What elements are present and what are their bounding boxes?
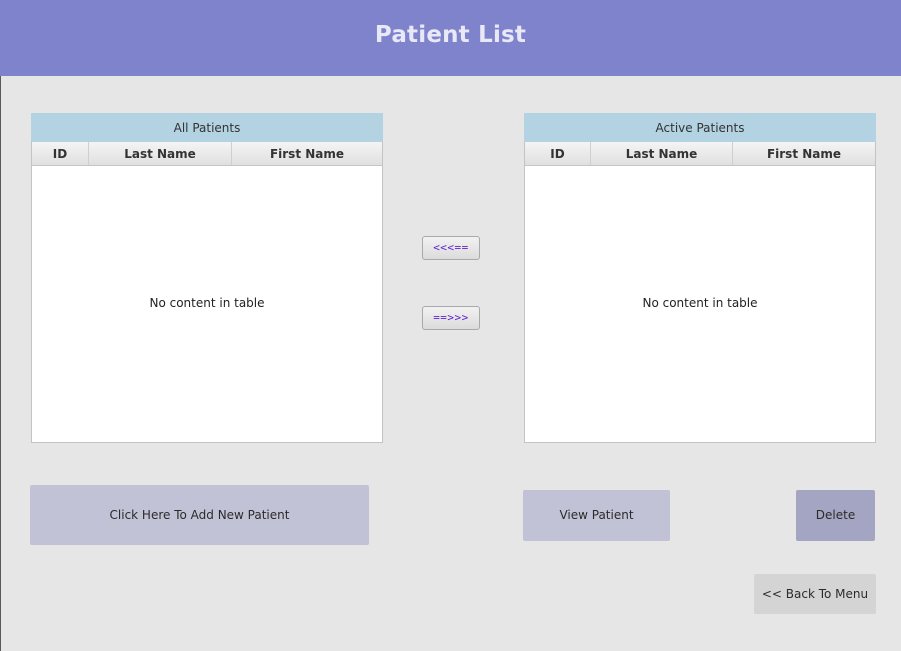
column-header-first-name[interactable]: First Name [232, 142, 382, 165]
back-to-menu-button[interactable]: << Back To Menu [754, 574, 876, 614]
move-to-all-button[interactable]: <<<== [422, 236, 480, 260]
add-new-patient-button[interactable]: Click Here To Add New Patient [30, 485, 369, 545]
header-bar: Patient List [0, 0, 901, 76]
page-title: Patient List [374, 22, 527, 48]
all-patients-header-row: ID Last Name First Name [32, 142, 382, 166]
column-header-first-name[interactable]: First Name [733, 142, 875, 165]
column-header-last-name[interactable]: Last Name [591, 142, 733, 165]
view-patient-button[interactable]: View Patient [523, 490, 670, 541]
active-patients-table[interactable]: Active Patients ID Last Name First Name … [524, 113, 876, 443]
column-header-id[interactable]: ID [32, 142, 89, 165]
empty-table-message: No content in table [149, 296, 265, 310]
empty-table-message: No content in table [642, 296, 758, 310]
column-header-last-name[interactable]: Last Name [89, 142, 232, 165]
delete-button[interactable]: Delete [796, 490, 875, 541]
active-patients-header-row: ID Last Name First Name [525, 142, 875, 166]
all-patients-table[interactable]: All Patients ID Last Name First Name No … [31, 113, 383, 443]
column-header-id[interactable]: ID [525, 142, 591, 165]
all-patients-caption: All Patients [31, 113, 383, 142]
active-patients-caption: Active Patients [524, 113, 876, 142]
move-to-active-button[interactable]: ==>>> [422, 306, 480, 330]
